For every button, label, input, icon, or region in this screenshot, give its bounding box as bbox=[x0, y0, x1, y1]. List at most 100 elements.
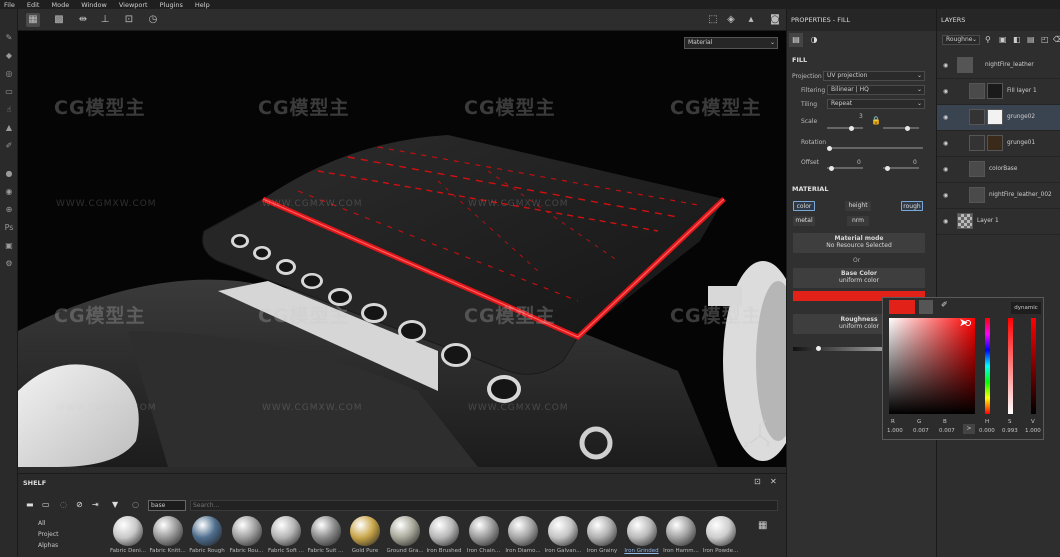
offset-y-slider[interactable] bbox=[883, 165, 919, 171]
material-thumbnail[interactable]: Fabric Soft ... bbox=[268, 516, 304, 554]
refresh-icon[interactable]: ◌ bbox=[60, 500, 67, 509]
material-thumbnail[interactable]: Iron Brushed bbox=[426, 516, 462, 554]
material-thumbnail[interactable]: Iron Hamm... bbox=[663, 516, 699, 554]
value-slider[interactable] bbox=[1031, 318, 1036, 414]
scale-y-slider[interactable] bbox=[883, 125, 919, 131]
settings-icon[interactable]: ⚙ bbox=[4, 259, 14, 269]
frame-icon[interactable]: ⊡ bbox=[122, 13, 136, 27]
delete-icon[interactable]: ⌫ bbox=[1053, 35, 1060, 44]
material-mode-block[interactable]: Material mode No Resource Selected bbox=[793, 233, 925, 253]
light-icon[interactable]: ● bbox=[4, 169, 14, 179]
material-thumbnail[interactable]: Iron Powde... bbox=[703, 516, 739, 554]
scale-slider[interactable] bbox=[827, 125, 863, 131]
material-thumbnail[interactable]: Fabric Rou... bbox=[229, 516, 265, 554]
filter-icon[interactable]: ▼ bbox=[112, 500, 118, 509]
rotation-slider[interactable] bbox=[827, 145, 923, 151]
grid-alt-icon[interactable]: ▩ bbox=[52, 13, 66, 27]
material-thumbnail[interactable]: Gold Pure bbox=[347, 516, 383, 554]
projection-select[interactable]: UV projection ⌄ bbox=[823, 71, 925, 81]
search-icon[interactable]: ○ bbox=[132, 500, 139, 509]
eyedropper-icon[interactable]: ✐ bbox=[941, 300, 948, 309]
material-thumbnail[interactable]: Ground Gra... bbox=[387, 516, 423, 554]
v-value[interactable]: 1.000 bbox=[1025, 428, 1041, 434]
slider-knob[interactable] bbox=[815, 345, 822, 352]
hue-slider[interactable] bbox=[985, 318, 990, 414]
visibility-eye-icon[interactable]: ◉ bbox=[943, 192, 948, 199]
menu-file[interactable]: File bbox=[4, 1, 15, 9]
category-all[interactable]: All bbox=[38, 520, 45, 527]
visibility-eye-icon[interactable]: ◉ bbox=[943, 62, 948, 69]
projection-icon[interactable]: ◎ bbox=[4, 69, 14, 79]
smudge-icon[interactable]: ☝ bbox=[4, 105, 14, 115]
viewport-3d[interactable]: X Y Z Material ⌄ CG模型主 CG模型主 CG模型主 CG模型主… bbox=[18, 31, 786, 467]
material-thumbnail[interactable]: Iron Galvan... bbox=[545, 516, 581, 554]
material-thumbnail[interactable]: Fabric Suit ... bbox=[308, 516, 344, 554]
render-icon[interactable]: ▴ bbox=[744, 13, 758, 27]
clone-icon[interactable]: ▲ bbox=[4, 123, 14, 133]
fill-layer-icon[interactable]: ▣ bbox=[999, 35, 1007, 44]
visibility-eye-icon[interactable]: ◉ bbox=[943, 88, 948, 95]
add-layer-icon[interactable]: ⚲ bbox=[985, 35, 991, 44]
symmetry-icon[interactable]: ⊥ bbox=[98, 13, 112, 27]
expand-arrow-button[interactable]: > bbox=[963, 424, 975, 434]
channel-color-toggle[interactable]: color bbox=[793, 201, 815, 211]
slider-knob[interactable] bbox=[905, 125, 910, 131]
effect-icon[interactable]: ◰ bbox=[1041, 35, 1049, 44]
eraser-icon[interactable]: ◆ bbox=[4, 51, 14, 61]
menu-edit[interactable]: Edit bbox=[27, 1, 40, 9]
b-value[interactable]: 0.007 bbox=[939, 428, 955, 434]
layer-item[interactable]: ◉ grunge01 bbox=[937, 131, 1060, 157]
material-thumbnail[interactable]: Fabric Rough bbox=[189, 516, 225, 554]
new-folder-icon[interactable]: ▭ bbox=[42, 500, 50, 509]
channel-nrm-toggle[interactable]: nrm bbox=[847, 216, 869, 226]
slider-knob[interactable] bbox=[849, 125, 854, 131]
material-thumbnail[interactable]: Iron Grainy bbox=[584, 516, 620, 554]
layer-item[interactable]: ◉ nightFire_leather bbox=[937, 53, 1060, 79]
select-icon[interactable]: ⬚ bbox=[706, 13, 720, 27]
history-icon[interactable]: ◷ bbox=[146, 13, 160, 27]
layer-item[interactable]: ◉ colorBase bbox=[937, 157, 1060, 183]
material-thumbnail[interactable]: Fabric Deni... bbox=[110, 516, 146, 554]
material-view-select[interactable]: Material ⌄ bbox=[684, 37, 778, 49]
mask-icon[interactable]: ◧ bbox=[1013, 35, 1021, 44]
maximize-icon[interactable]: ⊡ bbox=[754, 477, 761, 486]
polyfill-icon[interactable]: ▭ bbox=[4, 87, 14, 97]
saturation-value-field[interactable] bbox=[889, 318, 975, 414]
hide-icon[interactable]: ⊘ bbox=[76, 500, 83, 509]
screenshot-icon[interactable]: ◙ bbox=[768, 13, 782, 27]
cube-icon[interactable]: ◈ bbox=[724, 13, 738, 27]
layer-item[interactable]: ◉ Layer 1 bbox=[937, 209, 1060, 235]
r-value[interactable]: 1.000 bbox=[887, 428, 903, 434]
visibility-eye-icon[interactable]: ◉ bbox=[943, 166, 948, 173]
folder-icon[interactable]: ▬ bbox=[26, 500, 34, 509]
menu-window[interactable]: Window bbox=[81, 1, 107, 9]
layer-item[interactable]: ◉ nightFire_leather_002 bbox=[937, 183, 1060, 209]
visibility-eye-icon[interactable]: ◉ bbox=[943, 114, 948, 121]
channel-rough-toggle[interactable]: rough bbox=[901, 201, 923, 211]
close-icon[interactable]: ✕ bbox=[770, 477, 777, 486]
menu-plugins[interactable]: Plugins bbox=[160, 1, 183, 9]
zoom-icon[interactable]: ⊕ bbox=[4, 205, 14, 215]
search-tag[interactable]: base bbox=[148, 500, 186, 511]
color-picker-icon[interactable]: ✐ bbox=[4, 141, 14, 151]
material-thumbnail[interactable]: Iron Grinded bbox=[624, 516, 660, 554]
channel-select[interactable]: Roughne ⌄ bbox=[942, 35, 980, 45]
channel-height-toggle[interactable]: height bbox=[845, 201, 871, 211]
material-thumbnail[interactable]: Fabric Knitt... bbox=[150, 516, 186, 554]
grid-view-icon[interactable]: ▦ bbox=[758, 520, 767, 531]
paint-brush-icon[interactable]: ✎ bbox=[4, 33, 14, 43]
material-thumbnail[interactable]: Iron Chain... bbox=[466, 516, 502, 554]
material-tab-icon[interactable]: ◑ bbox=[807, 33, 821, 47]
slider-knob[interactable] bbox=[885, 165, 890, 171]
tiling-select[interactable]: Repeat ⌄ bbox=[827, 99, 925, 109]
filtering-select[interactable]: Bilinear | HQ ⌄ bbox=[827, 85, 925, 95]
export-icon[interactable]: ▣ bbox=[4, 241, 14, 251]
material-thumbnail[interactable]: Iron Diamo... bbox=[505, 516, 541, 554]
mirror-icon[interactable]: ⇹ bbox=[76, 13, 90, 27]
import-icon[interactable]: ⇥ bbox=[92, 500, 99, 509]
category-alphas[interactable]: Alphas bbox=[38, 542, 58, 549]
offset-x-slider[interactable] bbox=[827, 165, 863, 171]
menu-help[interactable]: Help bbox=[195, 1, 210, 9]
visibility-eye-icon[interactable]: ◉ bbox=[943, 218, 948, 225]
fill-tab-icon[interactable]: ▤ bbox=[789, 33, 803, 47]
